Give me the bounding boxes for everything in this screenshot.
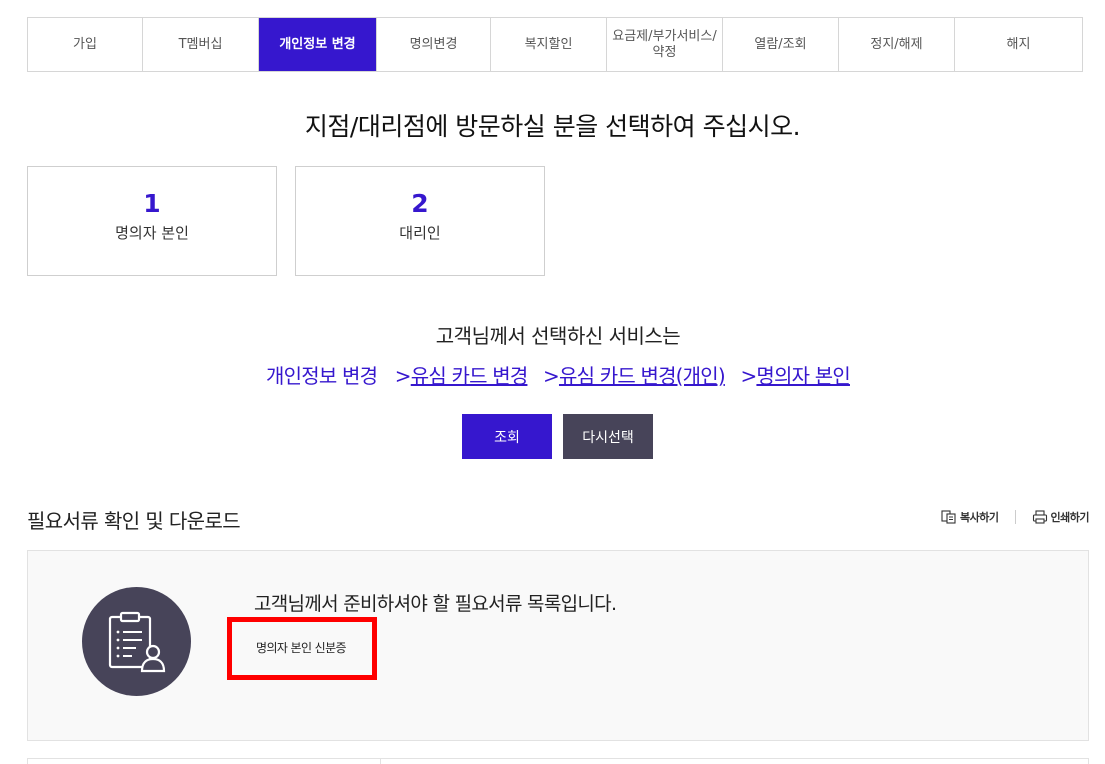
tab-cancel[interactable]: 해지 <box>955 18 1082 71</box>
path-link-owner[interactable]: 명의자 본인 <box>756 364 850 388</box>
path-link-usim-change[interactable]: 유심 카드 변경 <box>411 364 529 388</box>
path-link-usim-change-personal[interactable]: 유심 카드 변경(개인) <box>559 364 726 388</box>
tab-name-change[interactable]: 명의변경 <box>377 18 491 71</box>
tab-view-inquiry[interactable]: 열람/조회 <box>723 18 839 71</box>
path-separator: > <box>394 364 412 388</box>
tab-plan-addon-contract[interactable]: 요금제/부가서비스/약정 <box>607 18 723 71</box>
choice-number: 1 <box>143 189 161 218</box>
clipboard-user-icon <box>82 587 191 696</box>
document-item-label: 명의자 본인 신분증 <box>256 641 347 655</box>
tab-tmembership[interactable]: T멤버십 <box>143 18 259 71</box>
choice-agent[interactable]: 2 대리인 <box>295 166 545 276</box>
clipboard-icon <box>108 611 166 673</box>
required-documents-title: 필요서류 확인 및 다운로드 <box>27 509 241 533</box>
tab-suspend-release[interactable]: 정지/해제 <box>839 18 955 71</box>
copy-label: 복사하기 <box>960 511 999 524</box>
service-tab-bar: 가입 T멤버십 개인정보 변경 명의변경 복지할인 요금제/부가서비스/약정 열… <box>27 17 1083 72</box>
documents-list-title: 고객님께서 준비하셔야 할 필요서류 목록입니다. <box>254 593 617 615</box>
selected-service-path: 개인정보 변경 >유심 카드 변경 >유심 카드 변경(개인) >명의자 본인 <box>0 360 1105 389</box>
copy-icon <box>941 510 956 524</box>
tab-welfare-discount[interactable]: 복지할인 <box>491 18 607 71</box>
search-button[interactable]: 조회 <box>462 414 552 459</box>
table-divider <box>380 759 381 764</box>
choice-label: 대리인 <box>399 224 441 242</box>
bottom-table-edge <box>27 758 1089 764</box>
path-separator: > <box>740 364 757 388</box>
tab-personal-info-change[interactable]: 개인정보 변경 <box>259 18 377 71</box>
selected-service-title: 고객님께서 선택하신 서비스는 <box>435 324 681 348</box>
choice-owner[interactable]: 1 명의자 본인 <box>27 166 277 276</box>
print-label: 인쇄하기 <box>1050 511 1090 524</box>
choice-label: 명의자 본인 <box>115 224 189 242</box>
choice-number: 2 <box>411 189 429 218</box>
print-button[interactable]: 인쇄하기 <box>1032 509 1090 525</box>
document-item-highlighted: 명의자 본인 신분증 <box>227 617 377 680</box>
tool-divider <box>1014 510 1016 524</box>
required-documents-box: 고객님께서 준비하셔야 할 필요서류 목록입니다. 명의자 본인 신분증 <box>27 550 1089 741</box>
path-separator: > <box>543 364 560 388</box>
tab-join[interactable]: 가입 <box>28 18 143 71</box>
printer-icon <box>1032 510 1047 524</box>
path-root: 개인정보 변경 <box>266 364 378 388</box>
copy-button[interactable]: 복사하기 <box>941 509 999 525</box>
document-tools: 복사하기 인쇄하기 <box>941 509 1090 525</box>
reselect-button[interactable]: 다시선택 <box>563 414 653 459</box>
visitor-select-heading: 지점/대리점에 방문하실 분을 선택하여 주십시오. <box>304 112 801 141</box>
